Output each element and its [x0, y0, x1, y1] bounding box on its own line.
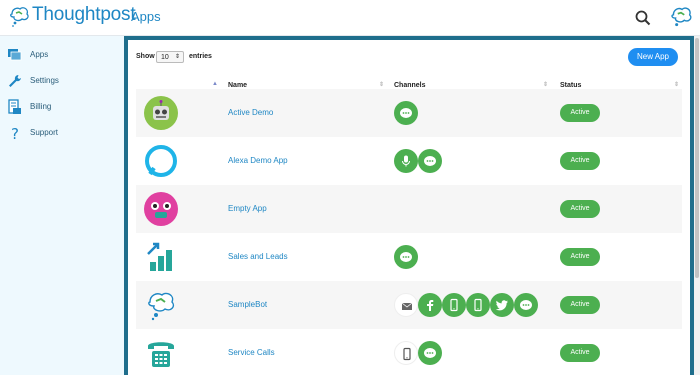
telephone-icon: [148, 342, 174, 367]
status-badge: Active: [560, 152, 600, 170]
entries-label: entries: [189, 53, 212, 60]
app-name-link[interactable]: Sales and Leads: [228, 252, 288, 261]
top-bar: Thoughtpost Apps: [0, 0, 700, 36]
microphone-icon: [394, 149, 418, 173]
scrollbar[interactable]: [694, 36, 700, 375]
sidebar-item-label: Settings: [30, 76, 59, 85]
column-header-status[interactable]: Status: [560, 82, 581, 89]
app-name-link[interactable]: SampleBot: [228, 300, 267, 309]
sidebar-item-billing[interactable]: Billing: [0, 97, 124, 119]
app-name-link[interactable]: Active Demo: [228, 108, 273, 117]
sort-icon[interactable]: ⇕: [674, 81, 679, 88]
column-header-channels[interactable]: Channels: [394, 82, 426, 89]
page-title: Apps: [131, 9, 161, 24]
chat-icon: [418, 341, 442, 365]
sidebar: Apps Settings Billing ? Support: [0, 36, 124, 375]
bar-chart-icon: [147, 242, 172, 271]
chat-icon: [514, 293, 538, 317]
search-icon[interactable]: [634, 9, 652, 27]
sort-icon[interactable]: ⇕: [543, 81, 548, 88]
robot-icon: [144, 96, 178, 130]
thoughtpost-cloud-icon: [148, 292, 175, 321]
entries-value: 10: [161, 54, 169, 61]
sidebar-item-label: Billing: [30, 102, 52, 111]
entries-select[interactable]: 10 ⇕: [156, 51, 184, 63]
app-name-link[interactable]: Alexa Demo App: [228, 156, 288, 165]
bot-face-icon: [144, 192, 178, 226]
status-badge: Active: [560, 248, 600, 266]
app-name-link[interactable]: Empty App: [228, 204, 267, 213]
table-row: Empty App Active: [136, 185, 682, 233]
wrench-icon: [9, 75, 21, 87]
phone-icon: [394, 341, 418, 365]
brand-name[interactable]: Thoughtpost: [32, 4, 136, 26]
facebook-icon: [418, 293, 442, 317]
main-frame: Show 10 ⇕ entries New App ▲ Name ⇕ Chann…: [124, 36, 694, 375]
avatar[interactable]: [668, 4, 694, 30]
table-row: Sales and Leads Active: [136, 233, 682, 281]
status-badge: Active: [560, 296, 600, 314]
sidebar-item-label: Support: [30, 128, 59, 137]
svg-text:?: ?: [11, 125, 19, 141]
new-app-button[interactable]: New App: [628, 48, 678, 66]
chat-icon: [394, 101, 418, 125]
status-badge: Active: [560, 104, 600, 122]
sidebar-item-support[interactable]: ? Support: [0, 123, 124, 145]
app-name-link[interactable]: Service Calls: [228, 348, 275, 357]
scrollbar-thumb[interactable]: [695, 38, 699, 278]
status-badge: Active: [560, 200, 600, 218]
column-header-name[interactable]: Name: [228, 82, 247, 89]
stepper-arrows-icon: ⇕: [174, 54, 180, 60]
sort-asc-icon[interactable]: ▲: [212, 81, 218, 87]
sort-icon[interactable]: ⇕: [379, 81, 384, 88]
sidebar-item-apps[interactable]: Apps: [0, 45, 124, 67]
sidebar-item-settings[interactable]: Settings: [0, 71, 124, 93]
table-row: Active Demo Active: [136, 89, 682, 137]
table-row: Alexa Demo App Active: [136, 137, 682, 185]
chat-icon: [394, 245, 418, 269]
billing-icon: [8, 99, 21, 114]
show-label: Show: [136, 53, 155, 60]
twitter-icon: [490, 293, 514, 317]
apps-icon: [8, 49, 22, 61]
chat-icon: [418, 149, 442, 173]
email-icon: [394, 293, 418, 317]
status-badge: Active: [560, 344, 600, 362]
apps-panel: Show 10 ⇕ entries New App ▲ Name ⇕ Chann…: [128, 40, 690, 375]
alexa-icon: [145, 145, 177, 177]
phone-icon: [442, 293, 466, 317]
thoughtpost-logo-icon[interactable]: [7, 4, 31, 28]
table-row: SampleBot Active: [136, 281, 682, 329]
sidebar-item-label: Apps: [30, 50, 49, 59]
phone-icon: [466, 293, 490, 317]
table-row: Service Calls Active: [136, 329, 682, 375]
question-icon: ?: [11, 125, 19, 141]
